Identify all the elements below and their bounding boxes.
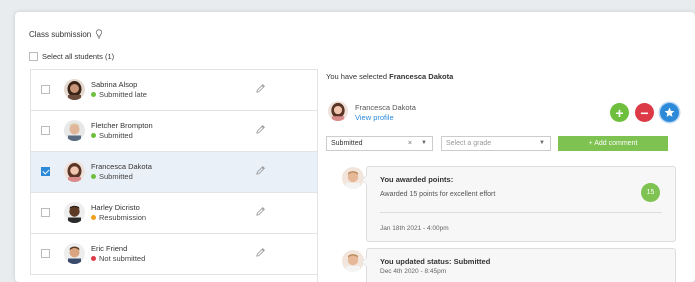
avatar [64, 161, 85, 182]
profile-name: Francesca Dakota [355, 103, 416, 112]
status-dot [91, 92, 96, 97]
status-label: Submitted [99, 131, 133, 140]
feed-item-description: Awarded 15 points for excellent effort [380, 191, 496, 198]
status-label: Submitted [99, 172, 133, 181]
student-checkbox[interactable] [41, 167, 50, 176]
feed-item-date: Jan 18th 2021 - 4:00pm [380, 225, 449, 232]
award-points-button[interactable]: + [610, 103, 629, 122]
student-row[interactable]: Francesca Dakota Submitted [30, 152, 317, 193]
student-status: Resubmission [91, 213, 146, 222]
student-status: Not submitted [91, 254, 145, 263]
select-all-label: Select all students (1) [42, 52, 115, 61]
feed-item-title: You updated status: Submitted [380, 257, 491, 266]
status-label: Submitted late [99, 90, 147, 99]
student-row[interactable]: Harley Dicristo Resubmission [30, 193, 317, 234]
selected-name: Francesca Dakota [389, 72, 454, 81]
student-row[interactable]: Sabrina Alsop Submitted late [30, 70, 317, 111]
star-button[interactable] [660, 103, 679, 122]
selected-student-heading: You have selected Francesca Dakota [326, 72, 453, 81]
status-dot [91, 174, 96, 179]
select-all-students[interactable]: Select all students (1) [29, 52, 114, 61]
avatar [64, 120, 85, 141]
status-select[interactable]: Submitted × ▼ [326, 136, 433, 151]
grade-select-placeholder: Select a grade [446, 140, 492, 147]
chevron-down-icon[interactable]: ▼ [539, 140, 545, 146]
chevron-down-icon[interactable]: ▼ [421, 140, 427, 146]
feed-item-title: You awarded points: [380, 175, 454, 184]
grade-select[interactable]: Select a grade ▼ [441, 136, 551, 151]
pencil-icon[interactable] [255, 206, 266, 217]
status-select-value: Submitted [331, 140, 363, 147]
student-name: Fletcher Brompton [91, 121, 153, 130]
clear-icon[interactable]: × [408, 140, 412, 147]
status-dot [91, 215, 96, 220]
student-status: Submitted [91, 172, 133, 181]
view-profile-link[interactable]: View profile [355, 113, 394, 122]
class-submission-panel: Class submission Select all students (1)… [15, 12, 695, 282]
student-checkbox[interactable] [41, 126, 50, 135]
feed-item: You updated status: Submitted Dec 4th 20… [361, 248, 676, 282]
star-icon [664, 107, 675, 117]
deduct-points-button[interactable]: − [635, 103, 654, 122]
student-checkbox[interactable] [41, 208, 50, 217]
student-status: Submitted [91, 131, 133, 140]
student-checkbox[interactable] [41, 249, 50, 258]
pencil-icon[interactable] [255, 124, 266, 135]
divider [380, 212, 662, 213]
status-label: Not submitted [99, 254, 146, 263]
selected-prefix: You have selected [326, 72, 390, 81]
status-dot [91, 256, 96, 261]
panel-header: Class submission [29, 29, 103, 39]
student-checkbox[interactable] [41, 85, 50, 94]
plus-icon: + [615, 104, 624, 121]
student-list: Sabrina Alsop Submitted late Fletcher Br… [30, 69, 318, 282]
student-status: Submitted late [91, 90, 147, 99]
status-dot [91, 133, 96, 138]
pencil-icon[interactable] [255, 165, 266, 176]
minus-icon: − [640, 104, 649, 121]
pencil-icon[interactable] [255, 83, 266, 94]
student-name: Eric Friend [91, 244, 128, 253]
feed-item: You awarded points: Awarded 15 points fo… [361, 166, 676, 242]
avatar [64, 202, 85, 223]
add-comment-button[interactable]: + Add comment [558, 136, 668, 151]
panel-title: Class submission [29, 29, 92, 39]
points-badge: 15 [641, 183, 660, 202]
student-name: Francesca Dakota [91, 162, 152, 171]
avatar [64, 79, 85, 100]
pencil-icon[interactable] [255, 247, 266, 258]
avatar [64, 243, 85, 264]
student-name: Harley Dicristo [91, 203, 140, 212]
avatar [328, 101, 348, 121]
select-all-checkbox[interactable] [29, 52, 38, 61]
student-row[interactable]: Fletcher Brompton Submitted [30, 111, 317, 152]
status-label: Resubmission [99, 213, 147, 222]
lightbulb-icon[interactable] [95, 29, 103, 39]
feed-item-date: Dec 4th 2020 - 8:45pm [380, 268, 447, 275]
student-name: Sabrina Alsop [91, 80, 138, 89]
student-row[interactable]: Eric Friend Not submitted [30, 234, 317, 275]
